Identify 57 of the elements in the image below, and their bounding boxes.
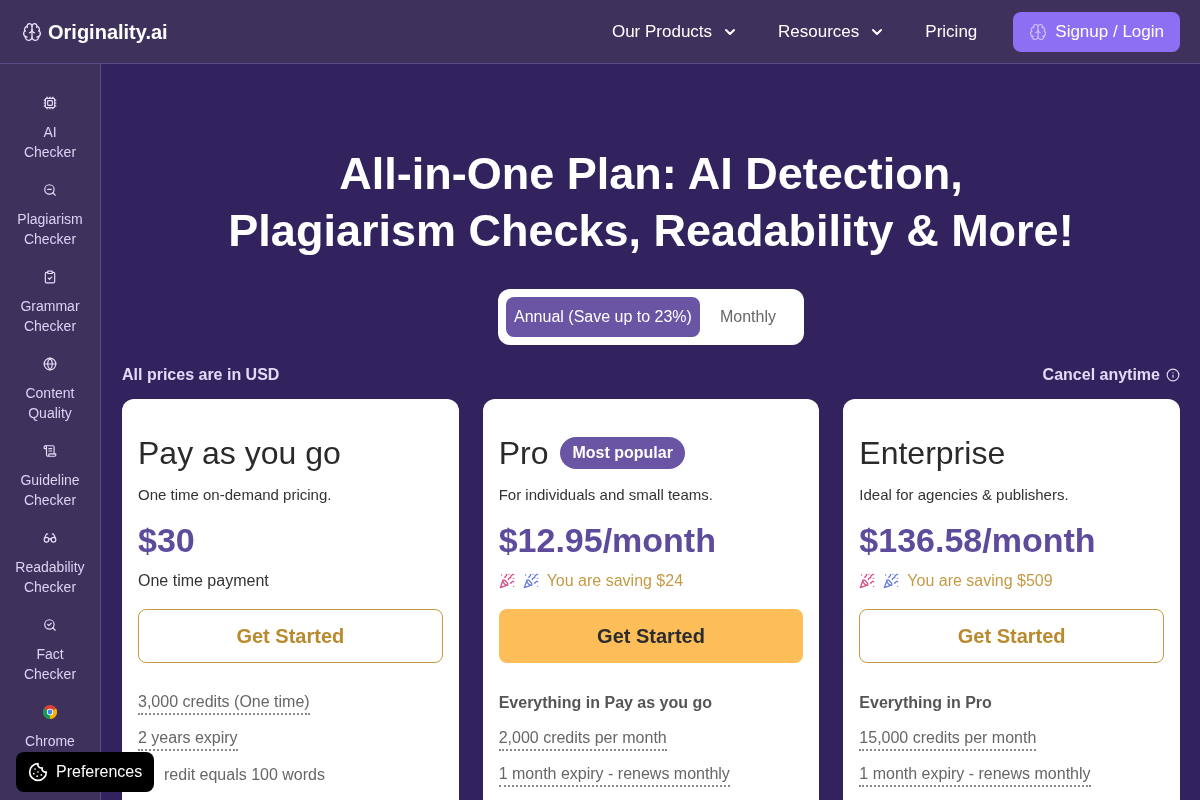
get-started-button[interactable]: Get Started bbox=[498, 609, 804, 663]
plan-name: Enterprise bbox=[859, 434, 1006, 473]
feature-heading: Everything in Pay as you go bbox=[498, 693, 713, 713]
feature-item: 3,000 credits (One time) bbox=[138, 691, 310, 715]
nav-link[interactable]: Our Products bbox=[611, 18, 739, 45]
savings-note: You are saving $509 bbox=[907, 571, 1053, 591]
sidebar-item[interactable]: Guideline Checker bbox=[20, 444, 80, 510]
party-popper-icon bbox=[498, 573, 515, 589]
magnifier-check-icon bbox=[43, 618, 57, 632]
plan-price: $30 bbox=[138, 520, 195, 561]
sidebar-item[interactable]: Content Quality bbox=[25, 357, 75, 423]
document-icon bbox=[43, 444, 57, 458]
cancel-note: Cancel anytime bbox=[1042, 365, 1160, 385]
sidebar-item[interactable]: Plagiarism Checker bbox=[17, 183, 83, 249]
clipboard-check-icon bbox=[43, 270, 57, 284]
cookie-icon bbox=[28, 762, 48, 782]
preferences-button[interactable]: Preferences bbox=[16, 752, 155, 792]
party-popper-icon bbox=[859, 573, 876, 589]
nav-link[interactable]: Resources bbox=[778, 18, 886, 45]
brain-icon bbox=[22, 21, 42, 42]
sidebar-item[interactable]: Fact Checker bbox=[23, 618, 77, 684]
sidebar-item[interactable]: Readability Checker bbox=[15, 531, 85, 597]
currency-note: All prices are in USD bbox=[122, 365, 280, 385]
party-popper-icon bbox=[522, 573, 539, 589]
logo-link[interactable]: Originality.ai bbox=[22, 16, 168, 47]
feature-item: 2 years expiry bbox=[138, 727, 238, 751]
glasses-icon bbox=[43, 531, 57, 545]
feature-heading: Everything in Pro bbox=[859, 693, 992, 713]
magnifier-minus-icon bbox=[43, 183, 57, 197]
plan-badge: Most popular bbox=[560, 437, 685, 469]
browser-logo-icon bbox=[43, 705, 57, 719]
feature-item: 2,000 credits per month bbox=[498, 727, 667, 751]
page-headline: All-in-One Plan: AI Detection, Plagiarism Checks, Readability & More! bbox=[228, 147, 1074, 258]
feature-item: 15,000 credits per month bbox=[859, 727, 1037, 751]
plan-description: Ideal for agencies & publishers. bbox=[859, 485, 1069, 505]
plan-name: Pay as you go bbox=[138, 434, 341, 473]
feature-item: 1 month expiry - renews monthly bbox=[498, 763, 730, 787]
sidebar-item[interactable]: AI Checker bbox=[23, 96, 77, 162]
billing-tab[interactable]: Annual (Save up to 23%) bbox=[506, 297, 700, 337]
plan-name: Pro bbox=[498, 434, 549, 473]
plan-description: One time on-demand pricing. bbox=[138, 485, 332, 505]
brain-icon bbox=[1029, 22, 1048, 41]
info-icon[interactable] bbox=[1166, 368, 1180, 382]
feature-item: redit equals 100 words bbox=[164, 765, 325, 785]
plan-price: $12.95/month bbox=[498, 520, 716, 561]
chip-icon bbox=[43, 96, 57, 110]
savings-note: You are saving $24 bbox=[546, 571, 684, 591]
party-popper-icon bbox=[883, 573, 900, 589]
sidebar-item[interactable]: Chrome bbox=[25, 705, 75, 751]
signup-login-button[interactable]: Signup / Login bbox=[1013, 11, 1180, 52]
nav-link[interactable]: Pricing bbox=[925, 18, 978, 45]
payment-note: One time payment bbox=[138, 571, 269, 591]
plan-price: $136.58/month bbox=[859, 520, 1096, 561]
feature-item: 1 month expiry - renews monthly bbox=[859, 763, 1091, 787]
globe-icon bbox=[43, 357, 57, 371]
plan-description: For individuals and small teams. bbox=[498, 485, 713, 505]
sidebar-item[interactable]: Grammar Checker bbox=[20, 270, 80, 336]
